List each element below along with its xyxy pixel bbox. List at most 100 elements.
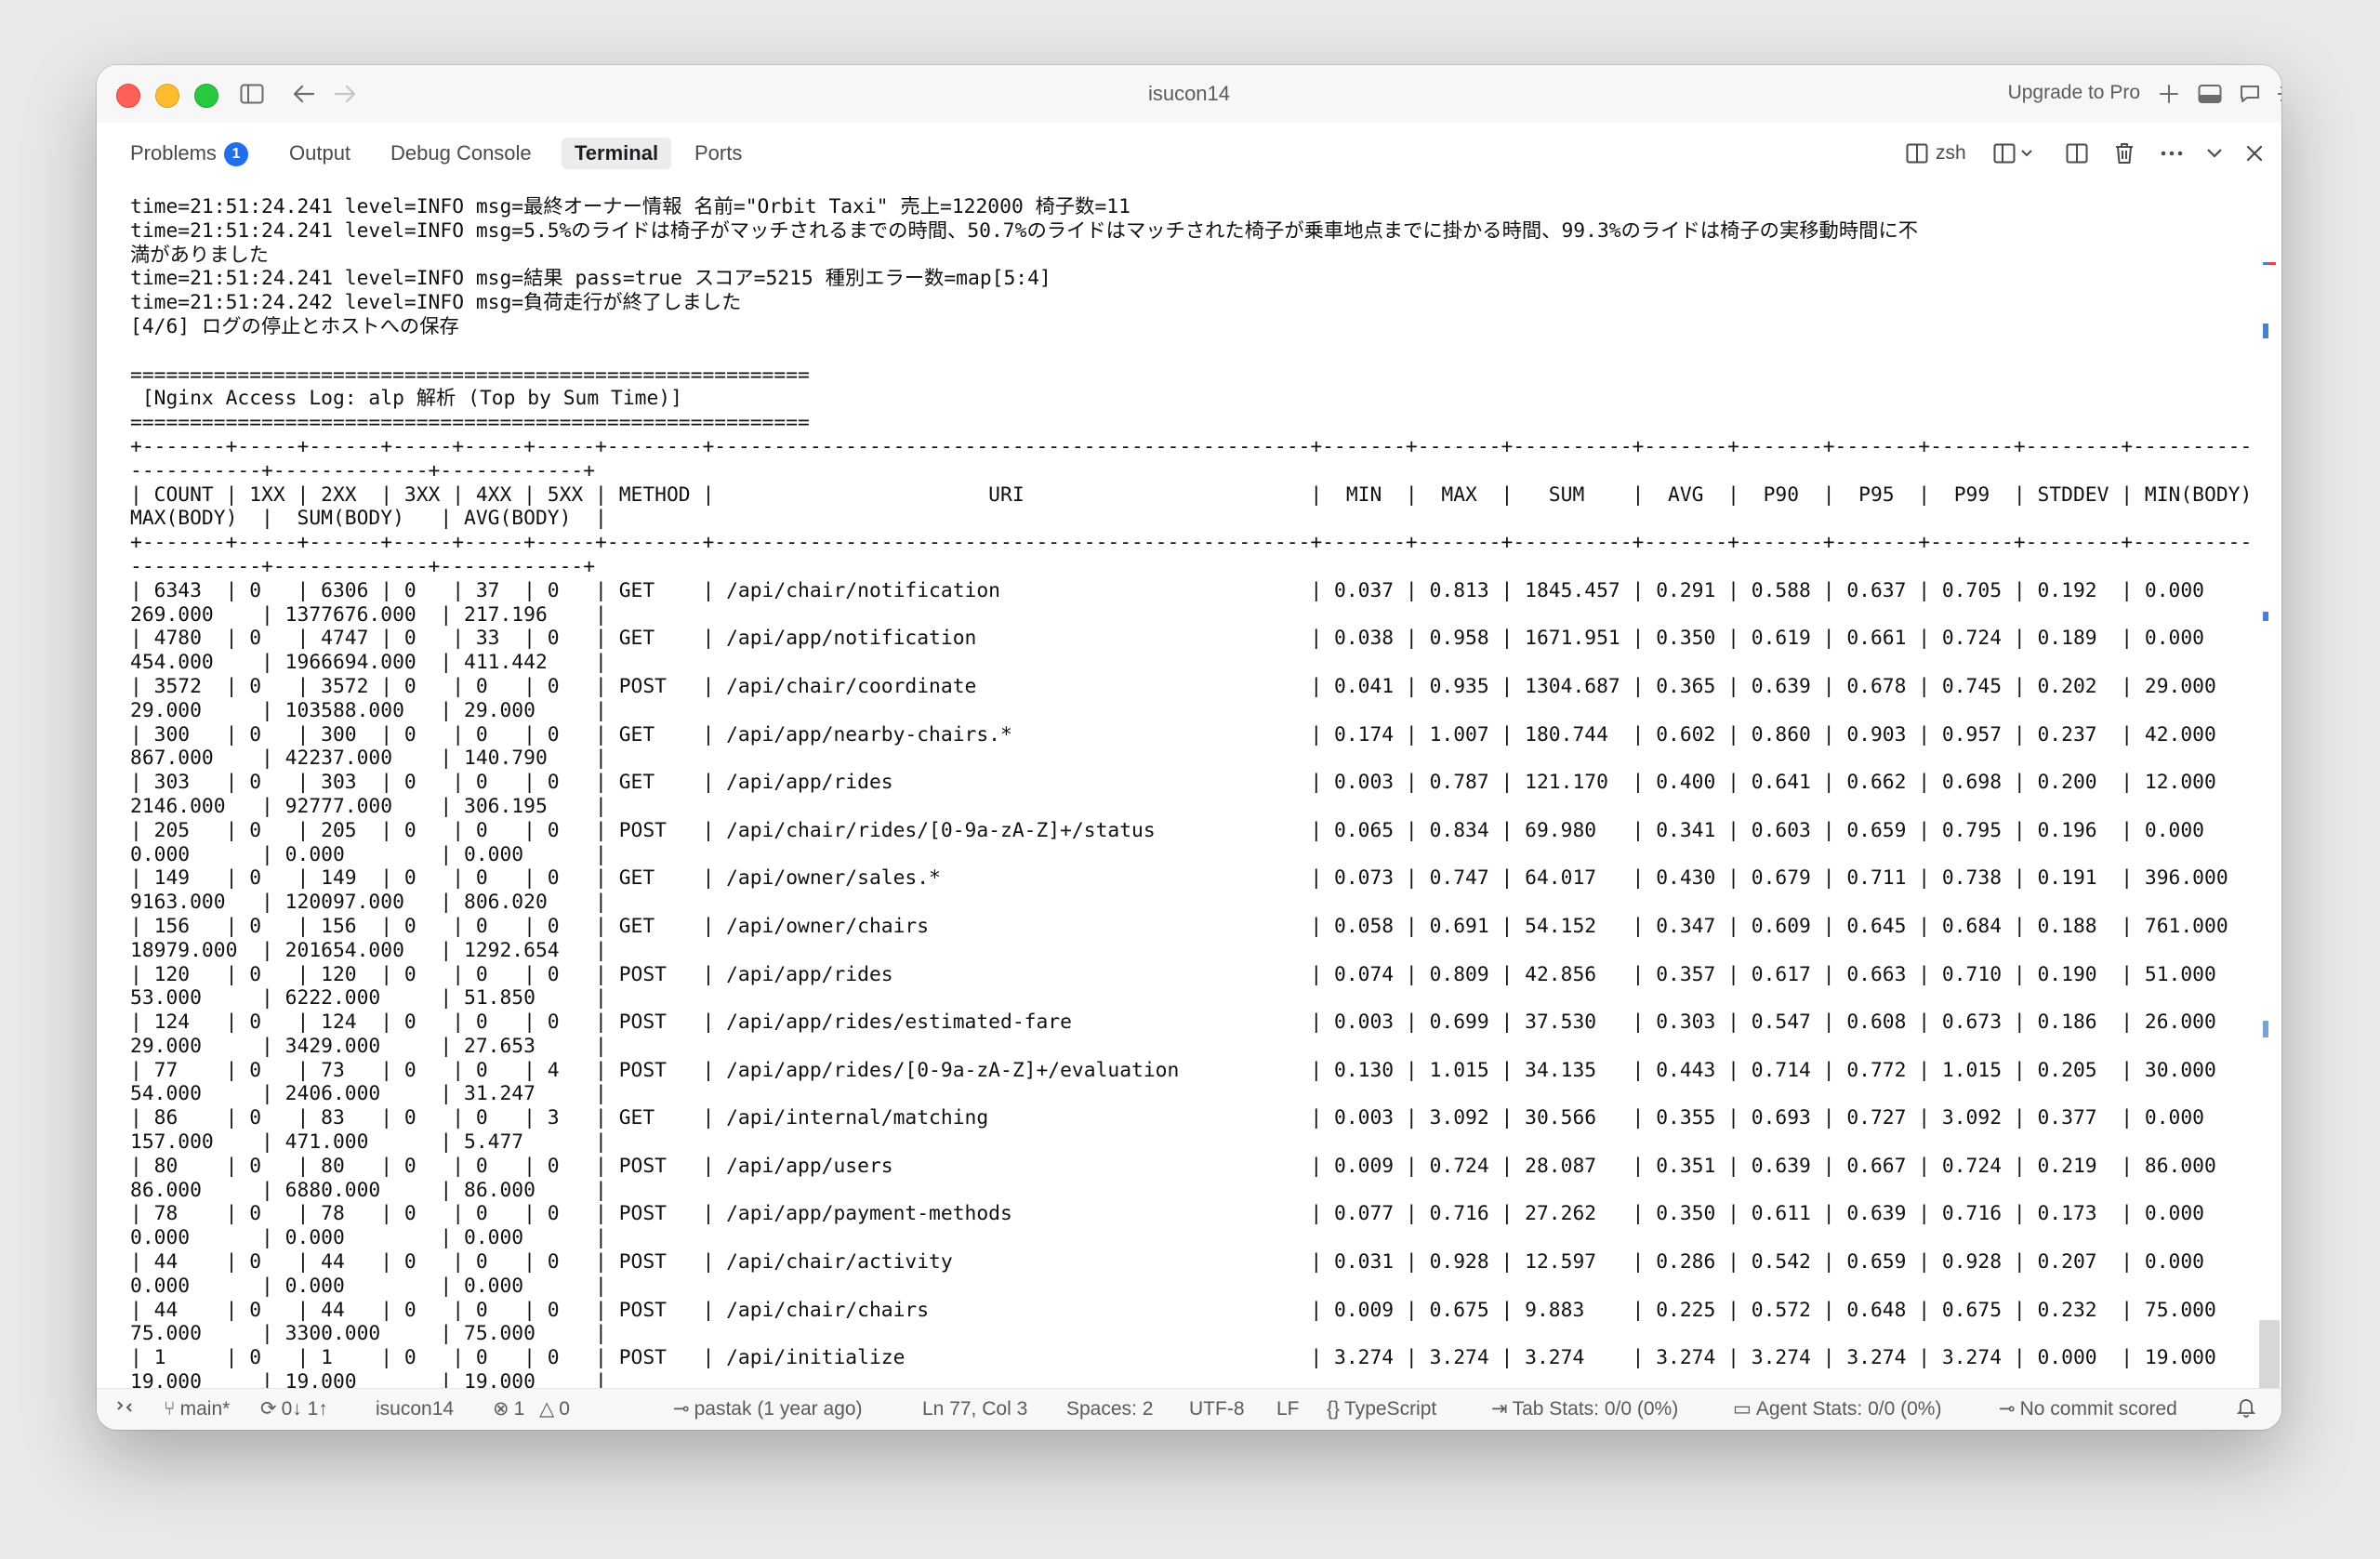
terminal-output[interactable]: time=21:51:24.241 level=INFO msg=最終オーナー情… xyxy=(130,195,2250,1430)
terminal-line: 29.000 | 3429.000 | 27.653 | xyxy=(130,1034,607,1058)
scroll-thumb[interactable] xyxy=(2259,1320,2280,1391)
terminal-line: | 205 | 0 | 205 | 0 | 0 | 0 | POST | /ap… xyxy=(130,818,2250,842)
terminal-line: 0.000 | 0.000 | 0.000 | xyxy=(130,1226,607,1250)
language-label: TypeScript xyxy=(1344,1398,1437,1420)
shell-label: zsh xyxy=(1936,142,1966,164)
encoding-setting[interactable]: UTF-8 xyxy=(1189,1397,1245,1421)
terminal-line: 0.000 | 0.000 | 0.000 | xyxy=(130,1274,607,1298)
split-editor-icon[interactable] xyxy=(2066,139,2088,167)
chevron-down-icon xyxy=(2021,150,2032,157)
window-title: isucon14 xyxy=(1147,82,1231,105)
title-bar: isucon14 Upgrade to Pro xyxy=(97,65,2281,124)
terminal-line: | 124 | 0 | 124 | 0 | 0 | 0 | POST | /ap… xyxy=(130,1011,2250,1035)
layout-icon[interactable] xyxy=(1993,139,2032,167)
terminal-split-icon xyxy=(1906,143,1928,164)
error-icon: ⊗ xyxy=(493,1398,509,1420)
language-mode[interactable]: {} TypeScript xyxy=(1327,1397,1436,1421)
terminal-line: | 149 | 0 | 149 | 0 | 0 | 0 | GET | /api… xyxy=(130,866,2250,891)
tab-terminal[interactable]: Terminal xyxy=(562,138,672,169)
terminal-line: ========================================… xyxy=(130,363,810,387)
commit-score-label: No commit scored xyxy=(2019,1398,2177,1420)
terminal-line: | 77 | 0 | 73 | 0 | 0 | 4 | POST | /api/… xyxy=(130,1058,2250,1082)
git-blame[interactable]: ⊸ pastak (1 year ago) xyxy=(673,1397,863,1421)
terminal-line: | 6343 | 0 | 6306 | 0 | 37 | 0 | GET | /… xyxy=(130,578,2250,602)
maximize-panel-chevron-icon[interactable] xyxy=(2207,139,2222,167)
terminal-line: time=21:51:24.241 level=INFO msg=5.5%のライ… xyxy=(130,218,1919,243)
tab-stats[interactable]: ⇥ Tab Stats: 0/0 (0%) xyxy=(1491,1397,1678,1421)
problems-status[interactable]: ⊗ 1 △ 0 xyxy=(493,1397,570,1421)
agent-stats[interactable]: ▭ Agent Stats: 0/0 (0%) xyxy=(1733,1397,1941,1421)
terminal-line: -----------+-------------+------------+ xyxy=(130,458,596,482)
tab-debug-console[interactable]: Debug Console xyxy=(377,138,545,169)
plus-icon[interactable] xyxy=(2155,78,2183,110)
terminal-line: | 1 | 0 | 1 | 0 | 0 | 0 | POST | /api/in… xyxy=(130,1346,2250,1370)
sync-icon: ⟳ xyxy=(260,1398,277,1420)
terminal-line: 18979.000 | 201654.000 | 1292.654 | xyxy=(130,938,607,962)
app-window: isucon14 Upgrade to Pro Problems 1 Output… xyxy=(97,65,2281,1430)
tab-problems[interactable]: Problems 1 xyxy=(117,138,261,169)
problems-count-badge: 1 xyxy=(223,142,248,166)
panel-icon[interactable] xyxy=(2196,78,2224,110)
eol-setting[interactable]: LF xyxy=(1276,1397,1300,1421)
terminal-line: 2146.000 | 92777.000 | 306.195 | xyxy=(130,794,607,818)
agent-stats-label: Agent Stats: 0/0 (0%) xyxy=(1755,1398,1942,1420)
branch-label: main* xyxy=(179,1398,231,1420)
chat-icon[interactable] xyxy=(2236,78,2264,110)
close-icon[interactable] xyxy=(2246,139,2263,167)
gear-icon[interactable] xyxy=(2274,78,2281,110)
sync-label: 0↓ 1↑ xyxy=(281,1398,328,1420)
branch-indicator[interactable]: ⑂ main* xyxy=(164,1397,230,1421)
scroll-marker xyxy=(2263,262,2268,265)
terminal-line: | 156 | 0 | 156 | 0 | 0 | 0 | GET | /api… xyxy=(130,914,2250,938)
sync-status[interactable]: ⟳ 0↓ 1↑ xyxy=(260,1397,328,1421)
branch-icon: ⑂ xyxy=(164,1398,176,1420)
commit-score[interactable]: ⊸ No commit scored xyxy=(1999,1397,2177,1421)
terminal-line: 269.000 | 1377676.000 | 217.196 | xyxy=(130,602,607,627)
terminal-line: 満がありました xyxy=(130,243,270,267)
commit-score-icon: ⊸ xyxy=(1999,1398,2016,1420)
terminal-line: 454.000 | 1966694.000 | 411.442 | xyxy=(130,651,607,675)
cursor-position[interactable]: Ln 77, Col 3 xyxy=(922,1397,1027,1421)
terminal-line: | 300 | 0 | 300 | 0 | 0 | 0 | GET | /api… xyxy=(130,722,2250,746)
scroll-marker xyxy=(2263,324,2268,338)
terminal-line: time=21:51:24.241 level=INFO msg=最終オーナー情… xyxy=(130,195,1130,218)
trash-icon[interactable] xyxy=(2114,139,2135,167)
terminal-line: 9163.000 | 120097.000 | 806.020 | xyxy=(130,891,607,915)
blame-label: pastak (1 year ago) xyxy=(694,1398,863,1420)
remote-icon[interactable] xyxy=(115,1397,134,1421)
terminal-line: | 120 | 0 | 120 | 0 | 0 | 0 | POST | /ap… xyxy=(130,962,2250,986)
terminal-line: [Nginx Access Log: alp 解析 (Top by Sum Ti… xyxy=(130,387,682,411)
terminal-line: time=21:51:24.241 level=INFO msg=結果 pass… xyxy=(130,267,1051,291)
upgrade-to-pro-link[interactable]: Upgrade to Pro xyxy=(2008,82,2140,104)
terminal-line: 29.000 | 103588.000 | 29.000 | xyxy=(130,698,607,722)
terminal-line: 53.000 | 6222.000 | 51.850 | xyxy=(130,986,607,1011)
terminal-line: MAX(BODY) | SUM(BODY) | AVG(BODY) | xyxy=(130,507,607,531)
terminal-line: | 44 | 0 | 44 | 0 | 0 | 0 | POST | /api/… xyxy=(130,1298,2250,1322)
terminal-line: [4/6] ログの停止とホストへの保存 xyxy=(130,314,459,338)
terminal-line: | 303 | 0 | 303 | 0 | 0 | 0 | GET | /api… xyxy=(130,771,2250,795)
tab-problems-label: Problems xyxy=(130,141,217,165)
tab-stats-icon: ⇥ xyxy=(1491,1398,1508,1420)
warning-count: 0 xyxy=(559,1398,570,1420)
terminal-line: time=21:51:24.242 level=INFO msg=負荷走行が終了… xyxy=(130,291,742,315)
scroll-marker xyxy=(2263,612,2268,621)
terminal-line: 157.000 | 471.000 | 5.477 | xyxy=(130,1130,607,1155)
terminal-line: | 4780 | 0 | 4747 | 0 | 33 | 0 | GET | /… xyxy=(130,627,2250,651)
terminal-line: +-------+-----+------+-----+-----+-----+… xyxy=(130,434,2250,458)
tab-output[interactable]: Output xyxy=(276,138,364,169)
tab-ports[interactable]: Ports xyxy=(681,138,755,169)
terminal-shell-selector[interactable]: zsh xyxy=(1906,139,1966,167)
terminal-line: +-------+-----+------+-----+-----+-----+… xyxy=(130,531,2250,555)
workspace-name[interactable]: isucon14 xyxy=(376,1397,454,1421)
terminal-line: 54.000 | 2406.000 | 31.247 | xyxy=(130,1082,607,1106)
indentation-setting[interactable]: Spaces: 2 xyxy=(1066,1397,1153,1421)
more-icon[interactable] xyxy=(2161,139,2183,167)
bell-icon[interactable] xyxy=(2236,1397,2256,1421)
terminal-line: -----------+-------------+------------+ xyxy=(130,554,596,578)
terminal-line: | 78 | 0 | 78 | 0 | 0 | 0 | POST | /api/… xyxy=(130,1202,2250,1226)
terminal-scrollbar[interactable] xyxy=(2257,180,2281,1430)
panel-tab-bar: Problems 1 Output Debug Console Terminal … xyxy=(97,123,2281,180)
terminal-line: 75.000 | 3300.000 | 75.000 | xyxy=(130,1322,607,1346)
terminal-line: | 86 | 0 | 83 | 0 | 0 | 3 | GET | /api/i… xyxy=(130,1106,2250,1130)
